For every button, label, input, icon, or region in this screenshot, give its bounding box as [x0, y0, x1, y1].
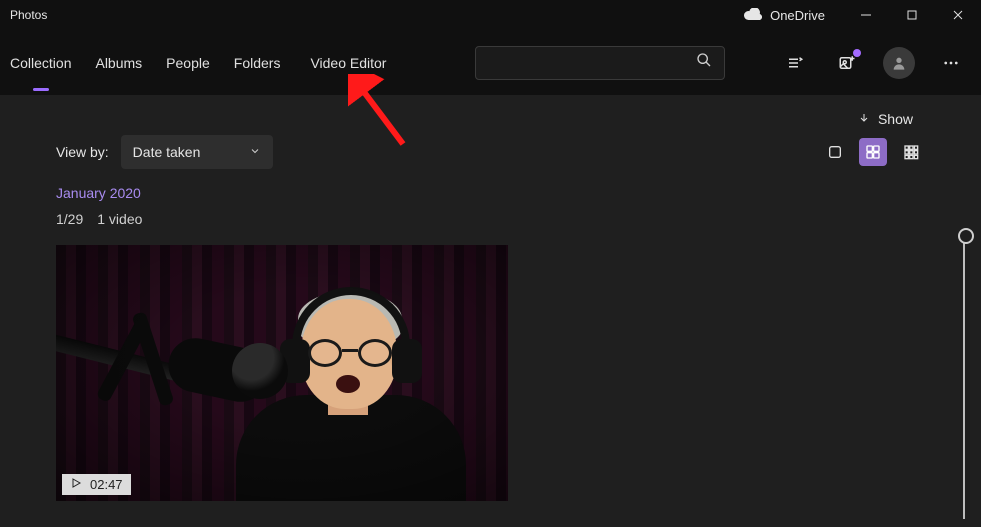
group-meta: 1/29 1 video [56, 211, 925, 227]
onedrive-label: OneDrive [770, 8, 825, 23]
duration-badge: 02:47 [62, 474, 131, 495]
window-controls [843, 0, 981, 30]
tab-video-editor[interactable]: Video Editor [310, 49, 386, 77]
minimize-button[interactable] [843, 0, 889, 30]
tab-collection[interactable]: Collection [10, 49, 71, 77]
date-group: January 2020 1/29 1 video [0, 169, 981, 227]
tab-label: Folders [234, 55, 281, 71]
view-size-toggles [821, 138, 925, 166]
tab-people[interactable]: People [166, 49, 210, 77]
import-button[interactable] [831, 47, 863, 79]
titlebar: Photos OneDrive [0, 0, 981, 30]
viewby-label: View by: [56, 144, 109, 160]
tab-albums[interactable]: Albums [95, 49, 142, 77]
show-toggle[interactable]: Show [858, 111, 913, 127]
view-large[interactable] [821, 138, 849, 166]
arrow-down-icon [858, 111, 870, 127]
search-icon [696, 52, 712, 73]
tab-folders[interactable]: Folders [234, 49, 281, 77]
search-input[interactable] [488, 55, 696, 70]
search-box[interactable] [475, 46, 725, 80]
notification-badge [853, 49, 861, 57]
more-button[interactable] [935, 47, 967, 79]
show-label: Show [878, 111, 913, 127]
view-row: View by: Date taken [0, 135, 981, 169]
close-button[interactable] [935, 0, 981, 30]
timeline-scrollbar[interactable] [963, 232, 965, 519]
video-thumbnail[interactable]: 02:47 [56, 245, 508, 501]
header-actions [779, 47, 967, 79]
view-medium[interactable] [859, 138, 887, 166]
tab-label: Collection [10, 55, 71, 71]
tab-label: Albums [95, 55, 142, 71]
tab-label: People [166, 55, 210, 71]
headerbar: Collection Albums People Folders Video E… [0, 30, 981, 95]
duration-text: 02:47 [90, 477, 123, 492]
thumbnail-art [56, 245, 508, 501]
tab-label: Video Editor [310, 55, 386, 71]
app-title: Photos [10, 8, 47, 22]
chevron-down-icon [249, 144, 261, 160]
select-button[interactable] [779, 47, 811, 79]
onedrive-button[interactable]: OneDrive [734, 8, 835, 23]
cloud-icon [744, 8, 762, 23]
view-small[interactable] [897, 138, 925, 166]
viewby-select[interactable]: Date taken [121, 135, 273, 169]
group-count: 1 video [97, 211, 142, 227]
viewby-value: Date taken [133, 144, 201, 160]
content: Show View by: Date taken January 2020 1/… [0, 95, 981, 501]
account-button[interactable] [883, 47, 915, 79]
group-title[interactable]: January 2020 [56, 185, 925, 201]
group-date: 1/29 [56, 211, 83, 227]
maximize-button[interactable] [889, 0, 935, 30]
nav-tabs: Collection Albums People Folders Video E… [10, 49, 386, 77]
play-icon [70, 477, 82, 492]
